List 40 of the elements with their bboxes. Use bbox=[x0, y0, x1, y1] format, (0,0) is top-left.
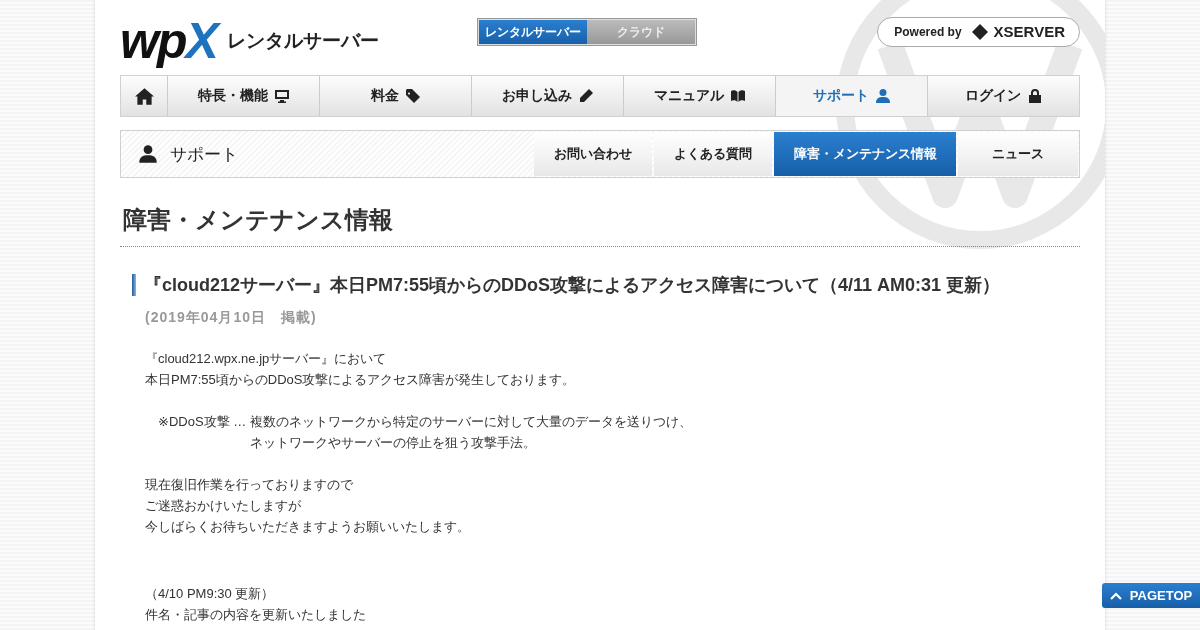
article-date: (2019年04月10日 掲載) bbox=[145, 309, 318, 327]
powered-by-badge[interactable]: Powered by XSERVER bbox=[877, 16, 1080, 47]
body-text: 『cloud212.wpx.ne.jpサーバー』において bbox=[145, 350, 388, 368]
diamond-logo-icon bbox=[971, 23, 988, 40]
monitor-icon bbox=[273, 88, 290, 104]
chevron-up-icon bbox=[1109, 591, 1122, 600]
nav-tab[interactable]: 特長・機能 bbox=[167, 76, 319, 116]
body-text: ご迷惑おかけいたしますが bbox=[145, 497, 302, 515]
nav-tab[interactable]: サポート bbox=[775, 76, 927, 116]
body-text: 本日PM7:55頃からのDDoS攻撃によるアクセス障害が発生しております。 bbox=[145, 371, 577, 389]
section-title: サポート bbox=[170, 143, 238, 166]
book-icon bbox=[729, 88, 746, 104]
subnav-tab[interactable]: 障害・メンテナンス情報 bbox=[774, 132, 956, 176]
nav-tab[interactable]: 料金 bbox=[319, 76, 471, 116]
subnav-tab[interactable]: よくある質問 bbox=[654, 132, 773, 176]
nav-tab[interactable]: ログイン bbox=[927, 76, 1079, 116]
home-icon bbox=[134, 86, 154, 106]
subnav-tab[interactable]: ニュース bbox=[958, 132, 1078, 176]
body-text: （4/10 PM9:30 更新） bbox=[145, 585, 276, 603]
pagetop-button[interactable]: PAGETOP bbox=[1102, 583, 1200, 608]
title-bar-mark bbox=[132, 274, 136, 296]
lock-icon bbox=[1026, 88, 1043, 104]
person-icon bbox=[874, 88, 891, 104]
tagline: レンタルサーバー bbox=[226, 28, 380, 53]
body-text: 現在復旧作業を行っておりますので bbox=[145, 476, 354, 494]
note-text: 複数のネットワークから特定のサーバーに対して大量のデータを送りつけ、 bbox=[250, 413, 693, 431]
article-title: 『cloud212サーバー』本日PM7:55頃からのDDoS攻撃によるアクセス障害について（4/11 AM0:31 更新） bbox=[144, 274, 1001, 297]
service-tab[interactable]: レンタルサーバー bbox=[478, 19, 587, 44]
page-title: 障害・メンテナンス情報 bbox=[120, 204, 1080, 247]
person-icon bbox=[138, 144, 158, 164]
tag-icon bbox=[404, 88, 421, 104]
home-button[interactable] bbox=[121, 76, 167, 116]
body-text: 件名・記事の内容を更新いたしました bbox=[145, 606, 367, 624]
nav-tab[interactable]: お申し込み bbox=[471, 76, 623, 116]
pencil-icon bbox=[577, 88, 594, 104]
body-text: 今しばらくお待ちいただきますようお願いいたします。 bbox=[145, 518, 471, 536]
nav-tab[interactable]: マニュアル bbox=[623, 76, 775, 116]
note-text: ネットワークやサーバーの停止を狙う攻撃手法。 bbox=[250, 434, 538, 452]
note-label: ※DDoS攻撃 … bbox=[158, 413, 247, 431]
subnav-tab[interactable]: お問い合わせ bbox=[534, 132, 653, 176]
